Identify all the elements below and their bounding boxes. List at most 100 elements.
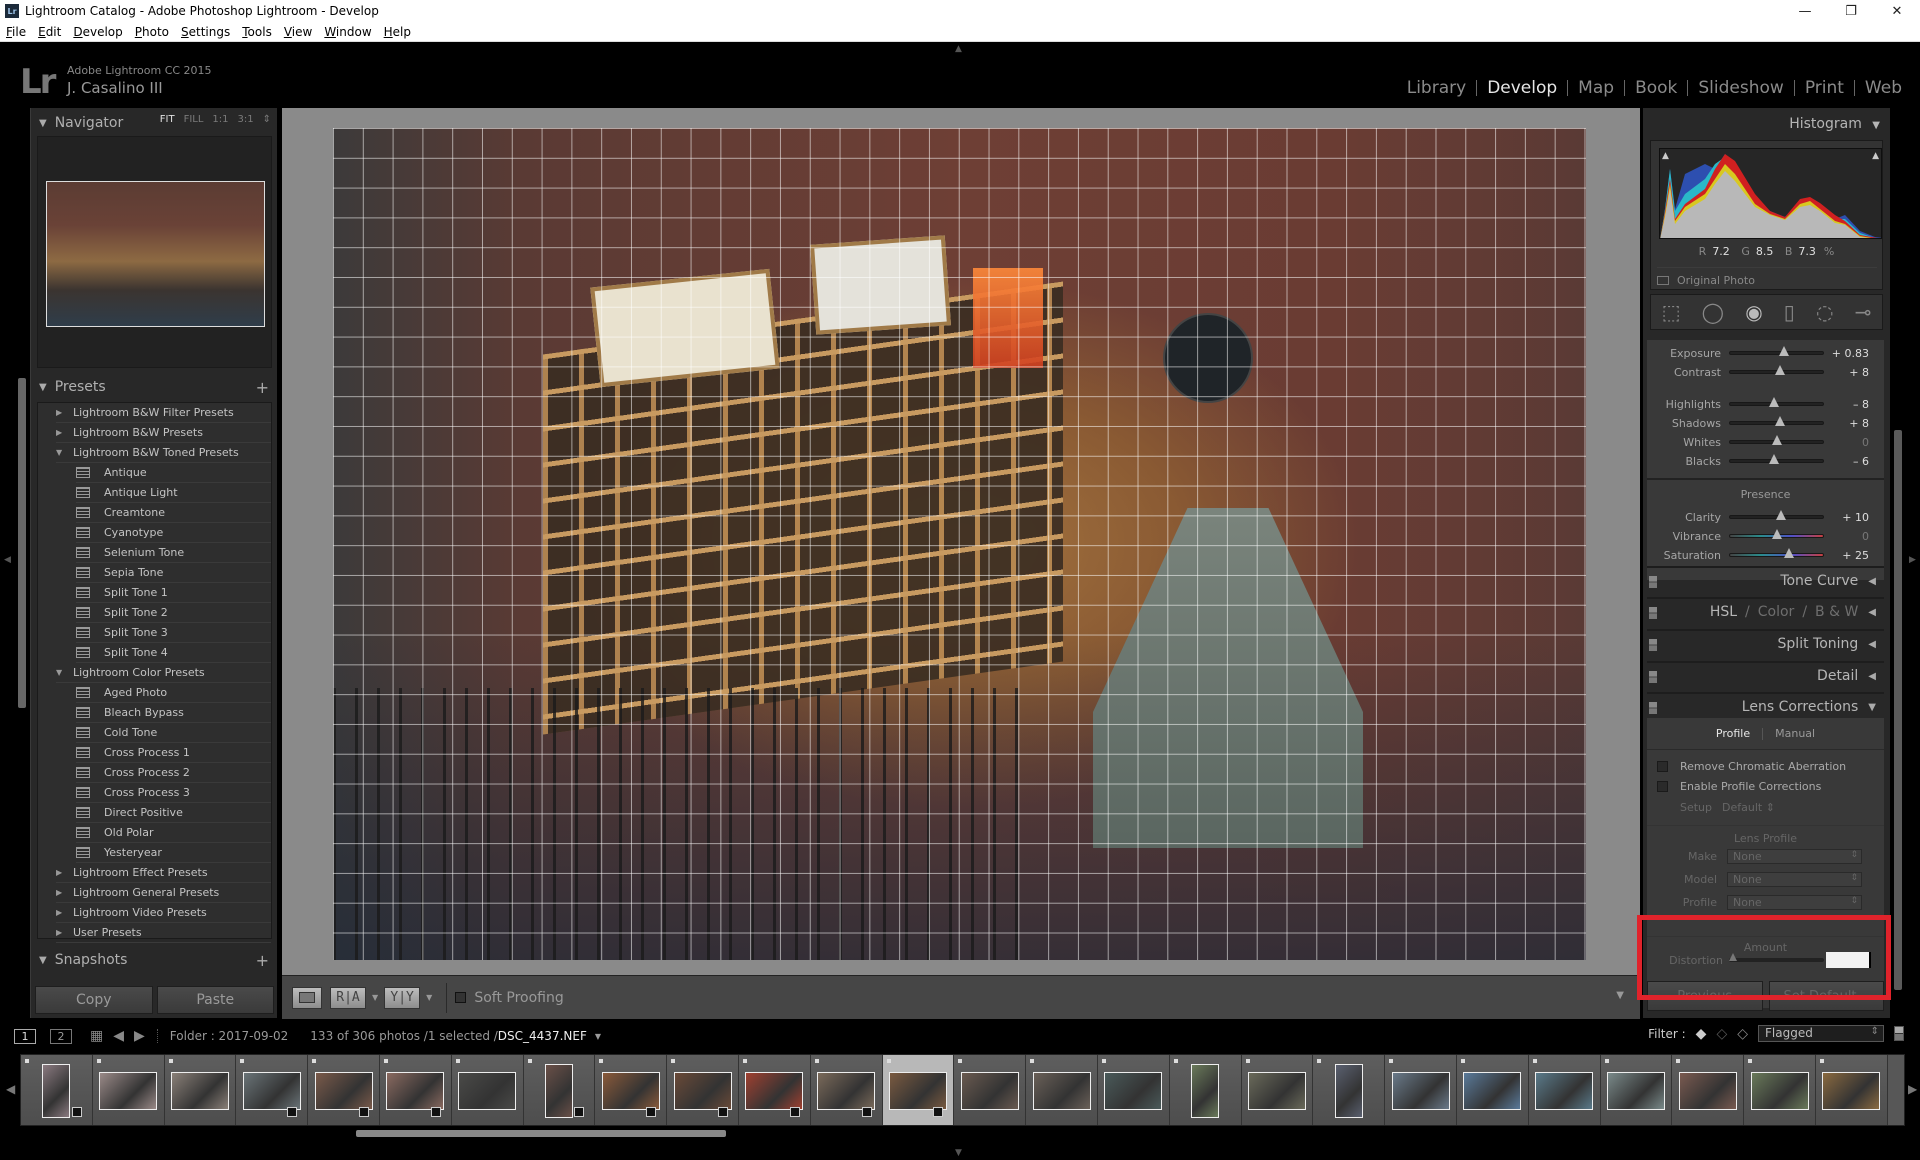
zoom-1-1[interactable]: 1:1 — [212, 114, 228, 125]
before-after-button[interactable]: R|A — [330, 986, 366, 1009]
photo-canvas[interactable] — [333, 128, 1586, 960]
remove-ca-option[interactable]: Remove Chromatic Aberration — [1657, 756, 1884, 776]
flag-icon[interactable] — [1748, 1059, 1753, 1063]
filmstrip-thumbnail[interactable] — [451, 1055, 524, 1125]
flag-icon[interactable] — [1173, 1059, 1178, 1063]
filter-preset-select[interactable]: Flagged — [1758, 1025, 1884, 1042]
grid-view-icon[interactable]: ▦ — [90, 1028, 103, 1044]
profile-select[interactable]: None — [1727, 895, 1862, 910]
preset-item[interactable]: Direct Positive — [76, 803, 271, 823]
distortion-slider-knob[interactable] — [1729, 953, 1737, 961]
flag-icon[interactable] — [168, 1059, 173, 1063]
flag-icon[interactable] — [312, 1059, 317, 1063]
loupe-view-button[interactable] — [292, 986, 322, 1009]
flag-icon[interactable] — [1389, 1059, 1394, 1063]
module-web[interactable]: Web — [1855, 78, 1912, 98]
flag-icon[interactable] — [1676, 1059, 1681, 1063]
slider-knob[interactable] — [1776, 510, 1787, 520]
highlights-slider[interactable] — [1729, 397, 1824, 407]
slider-knob[interactable] — [1768, 454, 1779, 464]
preset-item[interactable]: Aged Photo — [76, 683, 271, 703]
preset-item[interactable]: Split Tone 2 — [76, 603, 271, 623]
exposure-slider[interactable] — [1729, 346, 1824, 356]
flag-icon[interactable] — [742, 1059, 747, 1063]
shadows-slider[interactable] — [1729, 416, 1824, 426]
filmstrip-thumbnail[interactable] — [21, 1055, 93, 1125]
zoom-fit[interactable]: FIT — [160, 114, 175, 125]
collapsed-triangle-icon[interactable]: ▶ — [56, 908, 68, 917]
panel-switch-icon[interactable] — [1649, 702, 1657, 714]
menu-view[interactable]: View — [284, 25, 312, 39]
lens-corrections-header[interactable]: Lens Corrections ▼ — [1647, 692, 1884, 720]
flag-icon[interactable] — [1245, 1059, 1250, 1063]
filmstrip-thumbnail[interactable] — [1600, 1055, 1673, 1125]
flag-icon[interactable] — [1532, 1059, 1537, 1063]
tab-profile[interactable]: Profile — [1716, 727, 1750, 740]
graduated-filter-icon[interactable]: ▯ — [1784, 300, 1795, 324]
yy-compare-button[interactable]: Y|Y — [384, 986, 421, 1009]
slider-value[interactable]: 0 — [1824, 530, 1869, 543]
flag-icon[interactable] — [455, 1059, 460, 1063]
preset-folder[interactable]: ▶ Lightroom General Presets — [56, 883, 271, 903]
filmstrip-scroll-left-icon[interactable]: ◀ — [6, 1082, 15, 1096]
paste-button[interactable]: Paste — [156, 986, 274, 1014]
menu-develop[interactable]: Develop — [73, 25, 122, 39]
zoom-3-1[interactable]: 3:1 — [238, 114, 254, 125]
preset-item[interactable]: Antique — [76, 463, 271, 483]
filename-dropdown-icon[interactable]: ▼ — [595, 1032, 601, 1041]
filmstrip-thumbnail[interactable] — [1385, 1055, 1457, 1125]
bottom-panel-toggle-icon[interactable]: ▼ — [955, 1148, 962, 1158]
module-library[interactable]: Library — [1397, 78, 1476, 98]
preset-item[interactable]: Cross Process 1 — [76, 743, 271, 763]
slider-knob[interactable] — [1771, 435, 1782, 445]
top-panel-toggle-icon[interactable]: ▲ — [955, 44, 962, 54]
flag-icon[interactable] — [1819, 1059, 1824, 1063]
forward-arrow-icon[interactable]: ▶ — [134, 1028, 145, 1044]
module-develop[interactable]: Develop — [1477, 78, 1567, 98]
preset-item[interactable]: Old Polar — [76, 823, 271, 843]
flag-icon[interactable] — [814, 1059, 819, 1063]
filmstrip-thumbnail[interactable] — [738, 1055, 811, 1125]
set-default-button[interactable]: Set Default... — [1768, 981, 1884, 1011]
filmstrip-thumbnail[interactable] — [1815, 1055, 1888, 1125]
filmstrip-thumbnail[interactable] — [1456, 1055, 1529, 1125]
slider-value[interactable]: 0 — [1824, 436, 1869, 449]
original-photo-checkbox[interactable] — [1657, 276, 1669, 285]
setup-select[interactable]: Default ⇕ — [1722, 801, 1775, 814]
menu-file[interactable]: File — [6, 25, 26, 39]
slider-value[interactable]: – 6 — [1824, 455, 1869, 468]
filmstrip-thumbnail[interactable] — [595, 1055, 668, 1125]
preset-item[interactable]: Cross Process 2 — [76, 763, 271, 783]
histogram-chart[interactable]: ▲ ▲ — [1659, 148, 1882, 239]
bw-tab[interactable]: B & W — [1815, 604, 1858, 620]
detail-header[interactable]: Detail ◀ — [1647, 661, 1884, 689]
toolbar-content-dropdown-icon[interactable]: ▼ — [1616, 990, 1624, 1001]
color-tab[interactable]: Color — [1758, 604, 1795, 620]
remove-ca-checkbox[interactable] — [1657, 760, 1668, 772]
slider-value[interactable]: – 8 — [1824, 398, 1869, 411]
red-eye-icon[interactable]: ◉ — [1745, 300, 1762, 324]
flag-icon[interactable] — [25, 1059, 29, 1063]
expanded-triangle-icon[interactable]: ▼ — [56, 668, 68, 677]
filmstrip-thumbnail[interactable] — [1169, 1055, 1242, 1125]
flag-icon[interactable] — [1460, 1059, 1465, 1063]
filmstrip-thumbnail[interactable] — [1241, 1055, 1314, 1125]
right-panel-toggle-icon[interactable]: ▶ — [1909, 555, 1916, 565]
collapsed-triangle-icon[interactable]: ▶ — [56, 888, 68, 897]
preset-item[interactable]: Cold Tone — [76, 723, 271, 743]
filmstrip-thumbnail-selected[interactable] — [882, 1055, 955, 1125]
expanded-triangle-icon[interactable]: ▼ — [56, 448, 68, 457]
slider-value[interactable]: + 10 — [1824, 511, 1869, 524]
histogram-header[interactable]: Histogram ▼ — [1789, 116, 1880, 132]
panel-switch-icon[interactable] — [1649, 607, 1657, 619]
preset-item[interactable]: Cross Process 3 — [76, 783, 271, 803]
blacks-slider[interactable] — [1729, 454, 1824, 464]
yy-dropdown-icon[interactable]: ▼ — [426, 993, 432, 1002]
preset-item[interactable]: Split Tone 3 — [76, 623, 271, 643]
slider-value[interactable]: + 8 — [1824, 366, 1869, 379]
preset-folder[interactable]: ▶ Lightroom B&W Filter Presets — [56, 403, 271, 423]
preset-folder[interactable]: ▶ Lightroom B&W Presets — [56, 423, 271, 443]
model-select[interactable]: None — [1727, 872, 1862, 887]
saturation-slider[interactable] — [1729, 548, 1824, 558]
filmstrip-thumbnail[interactable] — [954, 1055, 1027, 1125]
